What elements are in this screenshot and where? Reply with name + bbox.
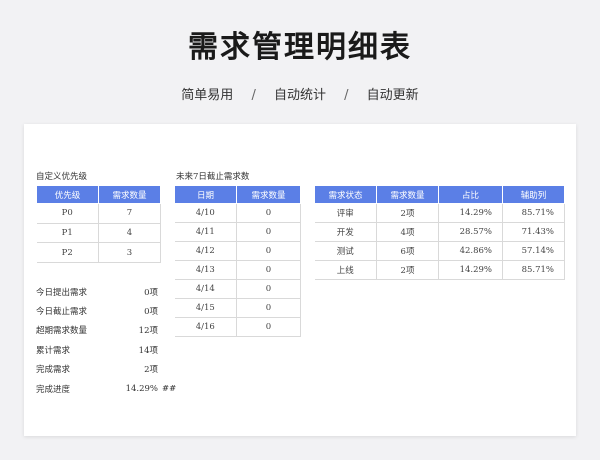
table-cell[interactable]: 6项 bbox=[376, 241, 439, 261]
table-cell[interactable]: 0 bbox=[236, 260, 301, 280]
table-cell[interactable]: 0 bbox=[236, 317, 301, 337]
table-cell[interactable]: 0 bbox=[236, 241, 301, 261]
table-cell[interactable]: 上线 bbox=[314, 260, 377, 280]
status-header-row: 需求状态 需求数量 占比 辅助列 bbox=[314, 185, 565, 204]
feature-auto-stats: 自动统计 bbox=[273, 88, 326, 103]
deadline-table: 日期 需求数量 4/10 0 4/11 0 4/12 0 4/13 0 4/14 bbox=[174, 185, 301, 337]
table-cell[interactable]: 85.71% bbox=[502, 260, 565, 280]
table-row: 4/16 0 bbox=[174, 317, 301, 337]
table-cell[interactable]: P0 bbox=[36, 203, 99, 224]
table-cell[interactable]: 开发 bbox=[314, 222, 377, 242]
table-row: P1 4 bbox=[36, 223, 161, 244]
table-cell[interactable]: P1 bbox=[36, 223, 99, 244]
feature-tagline: 简单易用 / 自动统计 / 自动更新 bbox=[0, 84, 600, 103]
deadline-caption: 未来7日截止需求数 bbox=[176, 172, 250, 182]
status-table: 需求状态 需求数量 占比 辅助列 评审 2项 14.29% 85.71% 开发 … bbox=[314, 185, 565, 280]
table-row: 4/14 0 bbox=[174, 279, 301, 299]
column-header[interactable]: 日期 bbox=[174, 185, 237, 204]
feature-separator: / bbox=[251, 88, 256, 103]
feature-separator: / bbox=[344, 88, 349, 103]
table-row: P0 7 bbox=[36, 203, 161, 224]
column-header[interactable]: 需求状态 bbox=[314, 185, 377, 204]
stat-value[interactable]: 2项 bbox=[116, 363, 158, 375]
column-header[interactable]: 需求数量 bbox=[376, 185, 439, 204]
column-header[interactable]: 需求数量 bbox=[98, 185, 161, 204]
stat-value[interactable]: 14.29% bbox=[116, 384, 158, 394]
stat-row: 完成需求 2项 bbox=[36, 360, 186, 379]
table-cell[interactable]: 4/12 bbox=[174, 241, 237, 261]
table-cell[interactable]: 28.57% bbox=[438, 222, 503, 242]
table-cell[interactable]: 42.86% bbox=[438, 241, 503, 261]
stat-row: 完成进度 14.29% ## bbox=[36, 379, 186, 398]
priority-header-row: 优先级 需求数量 bbox=[36, 185, 161, 204]
stat-value[interactable]: 12项 bbox=[116, 324, 158, 336]
summary-stats: 今日提出需求 0项 今日截止需求 0项 超期需求数量 12项 累计需求 14项 … bbox=[36, 282, 186, 398]
deadline-header-row: 日期 需求数量 bbox=[174, 185, 301, 204]
overflow-marker[interactable]: ## bbox=[162, 384, 176, 394]
stat-value[interactable]: 0项 bbox=[116, 286, 158, 298]
table-cell[interactable]: 0 bbox=[236, 222, 301, 242]
priority-table: 优先级 需求数量 P0 7 P1 4 P2 3 bbox=[36, 185, 161, 264]
table-cell[interactable]: 4/11 bbox=[174, 222, 237, 242]
table-cell[interactable]: 71.43% bbox=[502, 222, 565, 242]
table-cell[interactable]: 14.29% bbox=[438, 203, 503, 223]
stat-row: 累计需求 14项 bbox=[36, 340, 186, 359]
stat-value[interactable]: 0项 bbox=[116, 305, 158, 317]
stat-value[interactable]: 14项 bbox=[116, 344, 158, 356]
spreadsheet-sheet: 自定义优先级 优先级 需求数量 P0 7 P1 4 P2 3 未来7日截止需求数 bbox=[24, 124, 576, 436]
stat-label[interactable]: 完成需求 bbox=[36, 363, 116, 375]
table-row: 4/12 0 bbox=[174, 241, 301, 261]
stat-label[interactable]: 完成进度 bbox=[36, 383, 116, 395]
table-cell[interactable]: 0 bbox=[236, 203, 301, 223]
stat-label[interactable]: 今日提出需求 bbox=[36, 286, 116, 298]
table-cell[interactable]: 7 bbox=[98, 203, 161, 224]
table-row: 4/15 0 bbox=[174, 298, 301, 318]
column-header[interactable]: 辅助列 bbox=[502, 185, 565, 204]
column-header[interactable]: 需求数量 bbox=[236, 185, 301, 204]
table-row: P2 3 bbox=[36, 242, 161, 264]
table-cell[interactable]: 4/10 bbox=[174, 203, 237, 223]
table-cell[interactable]: 2项 bbox=[376, 203, 439, 223]
table-cell[interactable]: 4/13 bbox=[174, 260, 237, 280]
table-cell[interactable]: 85.71% bbox=[502, 203, 565, 223]
table-row: 评审 2项 14.29% 85.71% bbox=[314, 203, 565, 223]
stat-label[interactable]: 超期需求数量 bbox=[36, 324, 116, 336]
table-row: 4/10 0 bbox=[174, 203, 301, 223]
table-row: 开发 4项 28.57% 71.43% bbox=[314, 222, 565, 242]
table-cell[interactable]: 3 bbox=[98, 242, 161, 264]
table-row: 4/13 0 bbox=[174, 260, 301, 280]
stat-row: 超期需求数量 12项 bbox=[36, 321, 186, 340]
feature-auto-update: 自动更新 bbox=[366, 88, 419, 103]
table-row: 4/11 0 bbox=[174, 222, 301, 242]
table-cell[interactable]: 4 bbox=[98, 223, 161, 244]
table-cell[interactable]: P2 bbox=[36, 242, 99, 264]
table-row: 上线 2项 14.29% 85.71% bbox=[314, 260, 565, 280]
table-cell[interactable]: 57.14% bbox=[502, 241, 565, 261]
table-cell[interactable]: 14.29% bbox=[438, 260, 503, 280]
column-header[interactable]: 占比 bbox=[438, 185, 503, 204]
table-cell[interactable]: 0 bbox=[236, 279, 301, 299]
stat-label[interactable]: 今日截止需求 bbox=[36, 305, 116, 317]
priority-caption: 自定义优先级 bbox=[36, 172, 88, 182]
column-header[interactable]: 优先级 bbox=[36, 185, 99, 204]
page-title: 需求管理明细表 bbox=[188, 30, 412, 65]
table-cell[interactable]: 0 bbox=[236, 298, 301, 318]
stat-row: 今日截止需求 0项 bbox=[36, 301, 186, 320]
stat-label[interactable]: 累计需求 bbox=[36, 344, 116, 356]
table-cell[interactable]: 测试 bbox=[314, 241, 377, 261]
table-cell[interactable]: 评审 bbox=[314, 203, 377, 223]
table-row: 测试 6项 42.86% 57.14% bbox=[314, 241, 565, 261]
table-cell[interactable]: 4项 bbox=[376, 222, 439, 242]
feature-easy: 简单易用 bbox=[181, 88, 234, 103]
table-cell[interactable]: 2项 bbox=[376, 260, 439, 280]
stat-row: 今日提出需求 0项 bbox=[36, 282, 186, 301]
